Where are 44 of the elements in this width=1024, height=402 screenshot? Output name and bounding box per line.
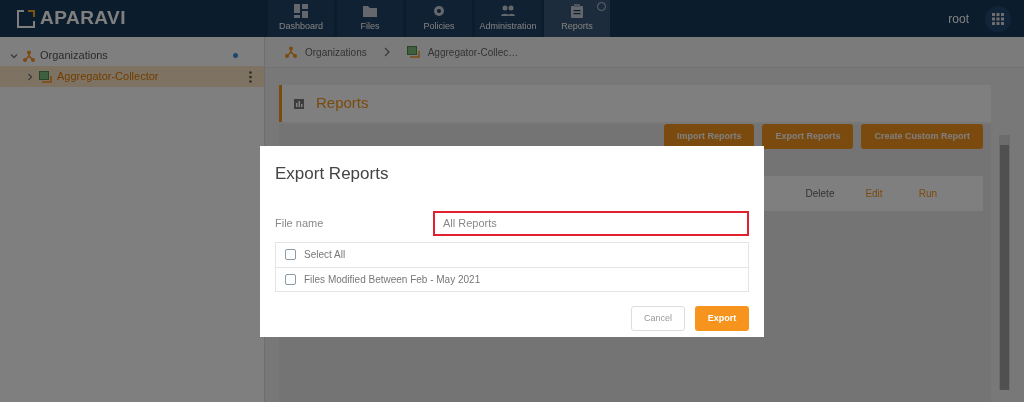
chevron-down-icon[interactable]: [10, 51, 18, 60]
nav-tab[interactable]: Administration: [475, 0, 541, 37]
tree-item[interactable]: Organizations: [0, 45, 264, 66]
tree-label: Organizations: [40, 48, 108, 64]
grid-icon: [992, 12, 1004, 25]
hierarchy-icon: [23, 49, 35, 62]
file-name-field[interactable]: All Reports: [433, 210, 749, 236]
apps-menu-button[interactable]: [985, 5, 1011, 32]
row-action-link[interactable]: Run: [901, 186, 955, 201]
export-button[interactable]: Export: [695, 306, 749, 331]
collector-icon: [406, 46, 420, 58]
nav-tab[interactable]: Dashboard: [268, 0, 334, 37]
breadcrumb-item[interactable]: Organizations: [305, 44, 367, 60]
nav-tab[interactable]: Policies: [406, 0, 472, 37]
more-icon[interactable]: [249, 70, 252, 83]
grid-icon: [294, 3, 308, 18]
panel-title: Reports: [316, 93, 369, 114]
folder-icon: [363, 3, 377, 18]
chart-icon: [294, 98, 304, 109]
row-action-link[interactable]: Edit: [847, 186, 901, 201]
tree-item[interactable]: Aggregator-Collector: [0, 66, 264, 87]
logo-text: APARAVI: [40, 6, 126, 31]
user-name[interactable]: root: [948, 9, 969, 28]
chevron-right-icon: [382, 47, 391, 57]
panel-button[interactable]: Create Custom Report: [861, 124, 983, 149]
checkbox[interactable]: [285, 249, 296, 260]
checkbox[interactable]: [285, 273, 296, 285]
nav-tab[interactable]: Files: [337, 0, 403, 37]
row-action-link[interactable]: Delete: [793, 186, 847, 201]
cancel-button[interactable]: Cancel: [631, 306, 685, 331]
chevron-right-icon[interactable]: [26, 72, 34, 81]
breadcrumb-item[interactable]: Aggregator-Collec…: [427, 44, 519, 60]
logo-icon: [16, 9, 36, 28]
collector-icon: [39, 70, 52, 83]
hierarchy-icon: [285, 46, 297, 58]
checkbox-label: Files Modified Between Feb - May 2021: [304, 272, 481, 287]
tree-label: Aggregator-Collector: [57, 69, 159, 85]
checkbox-label: Select All: [304, 248, 346, 262]
nav-tab[interactable]: Reports: [544, 0, 610, 37]
people-icon: [501, 3, 515, 18]
field-label: File name: [275, 215, 325, 231]
dialog-title: Export Reports: [275, 163, 390, 185]
clipboard-icon: [570, 3, 584, 18]
panel-button[interactable]: Export Reports: [762, 124, 854, 149]
